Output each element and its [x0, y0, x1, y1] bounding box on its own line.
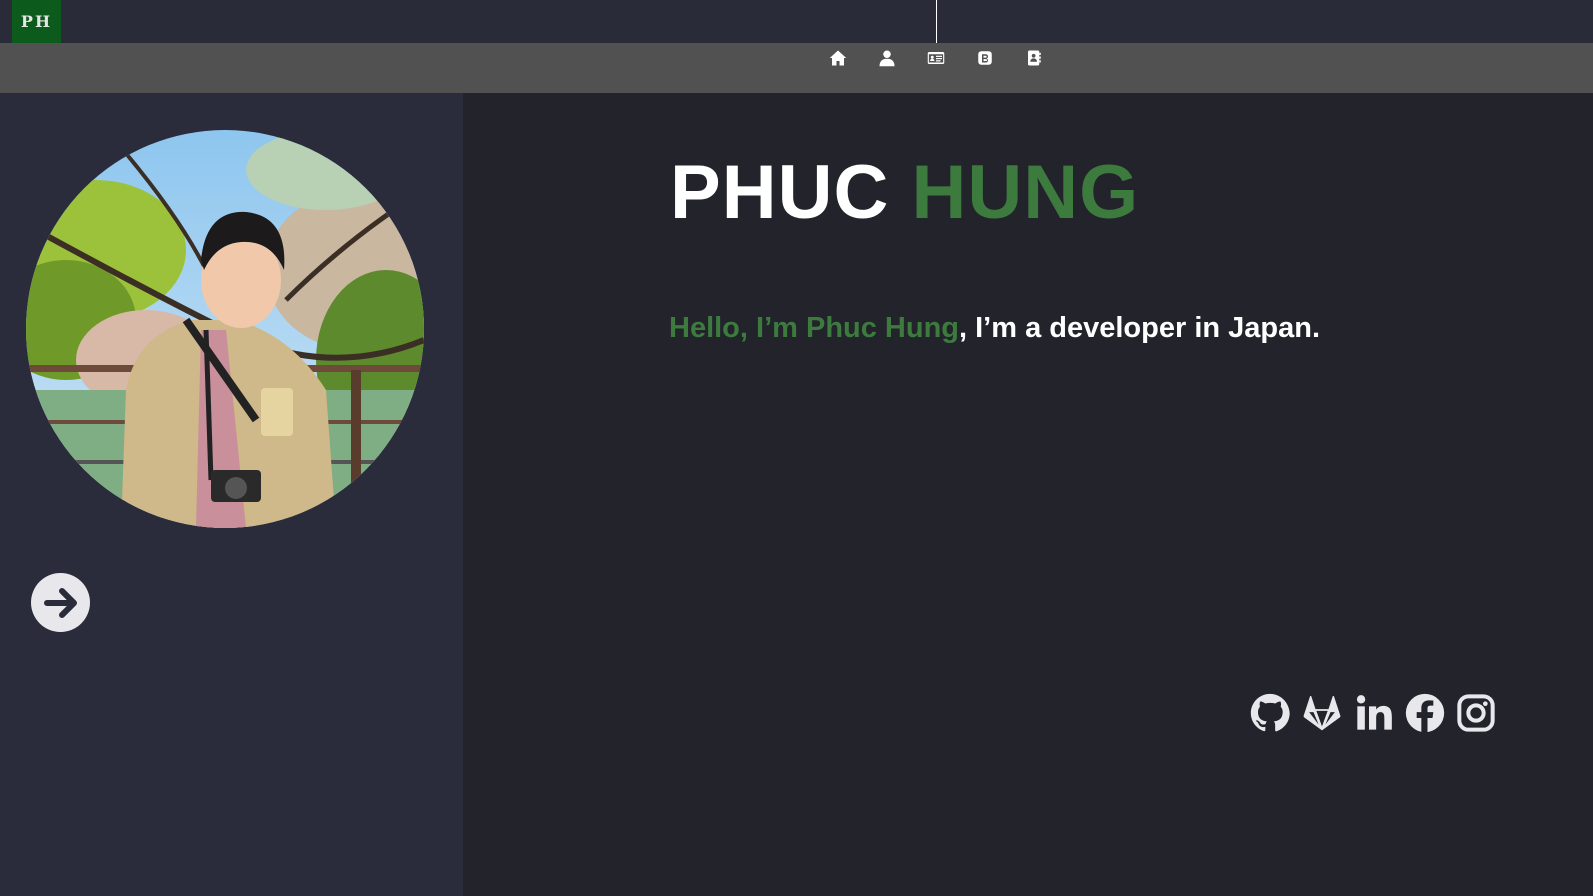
page-title: PHUC HUNG — [670, 148, 1139, 238]
nav-resume[interactable] — [924, 46, 948, 70]
intro-text: Hello, I’m Phuc Hung, I’m a developer in… — [669, 308, 1320, 348]
avatar — [26, 130, 424, 528]
linkedin-link[interactable] — [1353, 692, 1395, 734]
navigation-bar — [0, 43, 1593, 93]
instagram-icon — [1457, 694, 1495, 732]
id-card-icon — [927, 52, 945, 64]
top-bar: PH — [0, 0, 1593, 44]
arrow-right-circle-icon — [43, 587, 77, 618]
blog-icon — [978, 51, 992, 65]
title-first-name: PHUC — [670, 150, 890, 235]
user-icon — [879, 50, 895, 67]
github-link[interactable] — [1249, 692, 1291, 734]
profile-photo — [26, 130, 424, 528]
nav-contact[interactable] — [1022, 46, 1046, 70]
github-icon — [1250, 693, 1290, 732]
facebook-icon — [1405, 693, 1445, 733]
next-button[interactable] — [31, 573, 90, 632]
intro-description: , I’m a developer in Japan. — [959, 312, 1321, 344]
site-logo[interactable]: PH — [12, 0, 61, 43]
nav-blog[interactable] — [973, 46, 997, 70]
gitlab-icon — [1303, 695, 1341, 731]
instagram-link[interactable] — [1455, 692, 1497, 734]
facebook-link[interactable] — [1404, 692, 1446, 734]
nav-about[interactable] — [875, 46, 899, 70]
divider — [936, 0, 937, 44]
title-last-name: HUNG — [911, 150, 1140, 235]
nav-home[interactable] — [826, 46, 850, 70]
contact-book-icon — [1028, 50, 1041, 66]
intro-greeting: Hello, I’m Phuc Hung — [669, 312, 960, 344]
linkedin-icon — [1356, 695, 1392, 730]
gitlab-link[interactable] — [1301, 692, 1343, 734]
home-icon — [829, 50, 847, 66]
logo-text: PH — [20, 12, 53, 31]
